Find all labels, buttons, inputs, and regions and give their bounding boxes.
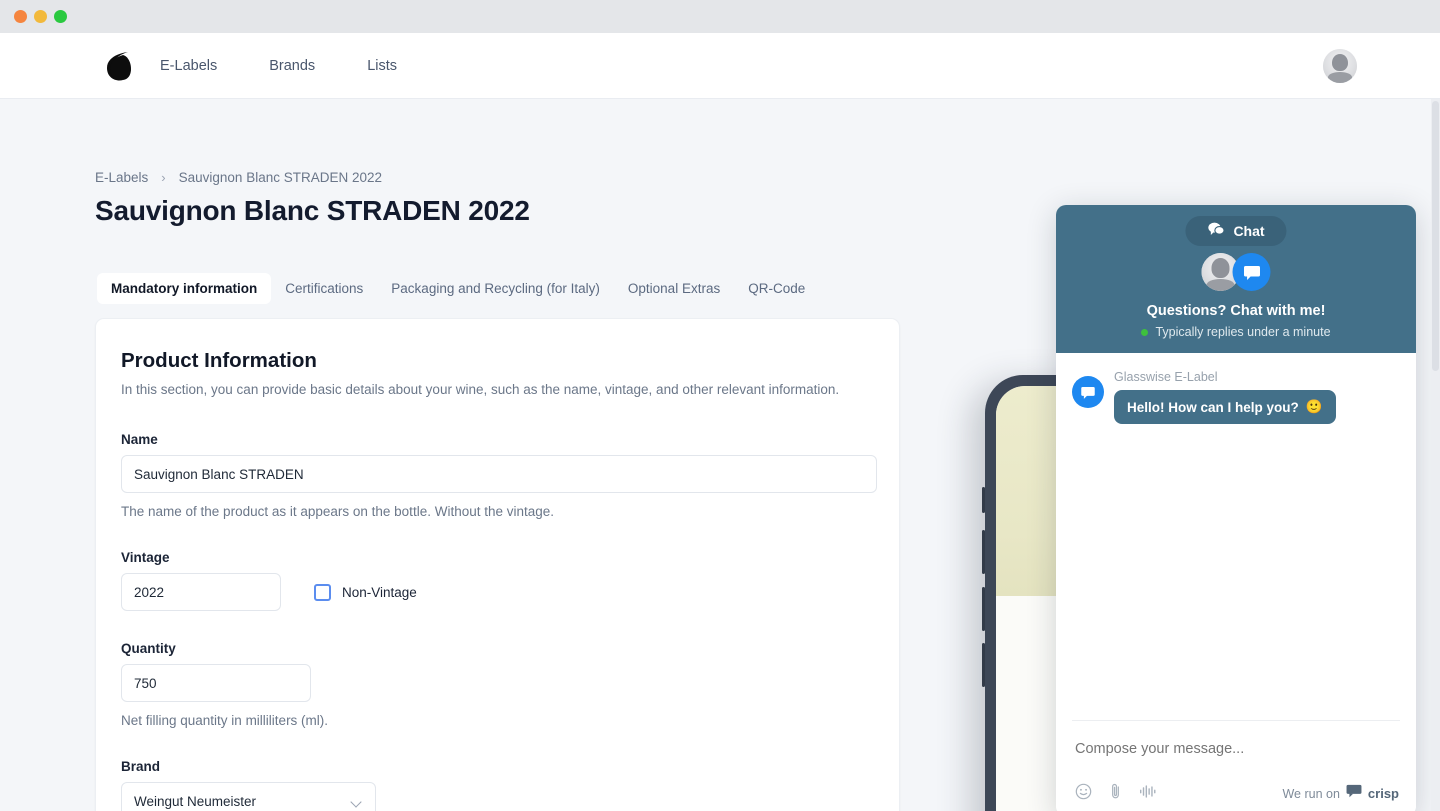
phone-power-button [982, 643, 985, 687]
chat-headline: Questions? Chat with me! [1146, 303, 1326, 319]
nav-link-lists[interactable]: Lists [367, 58, 397, 74]
helper-quantity: Net filling quantity in milliliters (ml)… [121, 713, 329, 728]
brand-select[interactable]: Weingut Neumeister [121, 782, 376, 811]
crisp-logo-icon [1346, 784, 1362, 803]
nav-link-e-labels[interactable]: E-Labels [160, 58, 217, 74]
browser-viewport: E-Labels Brands Lists E-Labels › Sauvign… [0, 33, 1440, 811]
name-input[interactable]: Sauvignon Blanc STRADEN [121, 455, 877, 493]
tab-bar: Mandatory information Certifications Pac… [97, 273, 819, 304]
chat-bot-avatar [1232, 253, 1271, 291]
window-titlebar [0, 0, 1440, 33]
window-minimize-button[interactable] [34, 10, 47, 23]
user-avatar[interactable] [1323, 49, 1357, 83]
emoji-icon[interactable] [1075, 783, 1092, 805]
crisp-wordmark: crisp [1367, 786, 1399, 801]
chat-message-body: Glasswise E-Label Hello! How can I help … [1114, 370, 1336, 424]
chevron-right-icon: › [161, 170, 166, 185]
chat-message-sender: Glasswise E-Label [1114, 370, 1218, 384]
label-name: Name [121, 432, 158, 447]
non-vintage-checkbox-wrap[interactable]: Non-Vintage [314, 583, 417, 601]
helper-name: The name of the product as it appears on… [121, 504, 555, 519]
crisp-chat-widget: Chat Questions? Chat with me! Typically … [1056, 205, 1416, 811]
brand-select-value: Weingut Neumeister [134, 793, 257, 809]
chat-message-bubble: Hello! How can I help you? 🙂 [1114, 390, 1336, 424]
chat-header: Chat Questions? Chat with me! Typically … [1056, 205, 1416, 353]
crisp-branding[interactable]: We run on crisp [1282, 784, 1399, 803]
top-navigation-bar: E-Labels Brands Lists [0, 33, 1440, 99]
tab-mandatory-information[interactable]: Mandatory information [97, 273, 272, 304]
crisp-run-on-label: We run on [1282, 786, 1340, 801]
chat-avatar-group [1201, 253, 1271, 291]
breadcrumb-root[interactable]: E-Labels [95, 170, 148, 185]
chevron-down-icon [352, 798, 363, 805]
online-status-dot [1141, 328, 1149, 336]
section-description: In this section, you can provide basic d… [121, 382, 840, 397]
page-content: E-Labels › Sauvignon Blanc STRADEN 2022 … [0, 99, 1440, 811]
chat-compose-input[interactable] [1075, 741, 1375, 757]
chat-message-list: Glasswise E-Label Hello! How can I help … [1056, 353, 1416, 720]
smiley-emoji-icon: 🙂 [1305, 399, 1323, 414]
window-maximize-button[interactable] [54, 10, 67, 23]
non-vintage-label: Non-Vintage [342, 584, 417, 600]
page-title: Sauvignon Blanc STRADEN 2022 [95, 195, 530, 226]
field-vintage: Vintage 2022 Non-Vintage [121, 550, 874, 611]
nav-links: E-Labels Brands Lists [160, 33, 449, 99]
quantity-input[interactable]: 750 [121, 664, 311, 702]
label-quantity: Quantity [121, 641, 176, 656]
chat-tab-label: Chat [1233, 223, 1265, 239]
chat-compose-tools [1075, 783, 1156, 805]
tab-qr-code[interactable]: QR-Code [734, 273, 819, 304]
breadcrumb: E-Labels › Sauvignon Blanc STRADEN 2022 [95, 170, 382, 185]
page-scrollbar-thumb[interactable] [1432, 101, 1439, 371]
phone-mute-button [982, 487, 985, 513]
phone-volume-down-button [982, 587, 985, 631]
product-information-card: Product Information In this section, you… [95, 318, 900, 811]
chat-message-text: Hello! How can I help you? [1127, 399, 1299, 415]
section-title: Product Information [121, 349, 317, 372]
field-name: Name Sauvignon Blanc STRADEN The name of… [121, 432, 877, 519]
chat-compose-area: We run on crisp [1056, 721, 1416, 811]
field-brand: Brand Weingut Neumeister [121, 759, 874, 811]
chat-status-text: Typically replies under a minute [1155, 325, 1331, 339]
label-vintage: Vintage [121, 550, 170, 565]
label-brand: Brand [121, 759, 161, 774]
crescent-moon-logo[interactable] [97, 47, 135, 85]
vintage-row: 2022 Non-Vintage [121, 573, 874, 611]
chat-status: Typically replies under a minute [1056, 325, 1416, 339]
app-window: E-Labels Brands Lists E-Labels › Sauvign… [0, 0, 1440, 811]
vintage-input[interactable]: 2022 [121, 573, 281, 611]
tab-packaging-and-recycling[interactable]: Packaging and Recycling (for Italy) [377, 273, 614, 304]
window-close-button[interactable] [14, 10, 27, 23]
field-quantity: Quantity 750 Net filling quantity in mil… [121, 641, 874, 728]
chat-bubbles-icon [1207, 222, 1225, 241]
chat-message: Glasswise E-Label Hello! How can I help … [1072, 370, 1400, 424]
audio-icon[interactable] [1139, 784, 1156, 804]
avatar-photo [1323, 49, 1357, 83]
chat-message-avatar [1072, 376, 1104, 408]
breadcrumb-current: Sauvignon Blanc STRADEN 2022 [178, 170, 383, 185]
non-vintage-checkbox[interactable] [314, 583, 331, 601]
nav-link-brands[interactable]: Brands [269, 58, 315, 74]
page-scrollbar[interactable] [1431, 99, 1440, 811]
tab-certifications[interactable]: Certifications [271, 273, 377, 304]
attachment-icon[interactable] [1108, 783, 1123, 805]
chat-tab-button[interactable]: Chat [1185, 216, 1287, 246]
tab-optional-extras[interactable]: Optional Extras [614, 273, 734, 304]
phone-volume-up-button [982, 530, 985, 574]
